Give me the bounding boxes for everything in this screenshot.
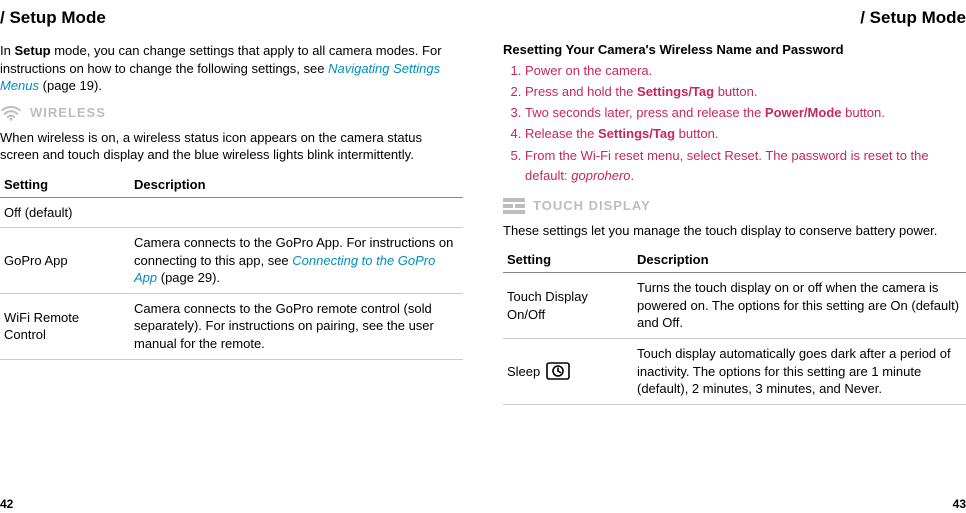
table-header-description: Description: [130, 172, 463, 198]
text-italic: goprohero: [571, 168, 630, 183]
table-row: Off (default): [0, 197, 463, 228]
text: Press and hold the: [525, 84, 637, 99]
desc-cell: Camera connects to the GoPro App. For in…: [130, 228, 463, 294]
desc-cell: Turns the touch display on or off when t…: [633, 273, 966, 339]
section-header: / Setup Mode: [0, 8, 463, 28]
table-row: GoPro App Camera connects to the GoPro A…: [0, 228, 463, 294]
setting-cell: Off (default): [0, 197, 130, 228]
wifi-icon: [0, 105, 22, 121]
text: Two seconds later, press and release the: [525, 105, 765, 120]
sleep-icon: [546, 362, 570, 380]
setting-cell: GoPro App: [0, 228, 130, 294]
text: (page 29).: [157, 270, 220, 285]
list-item: Press and hold the Settings/Tag button.: [525, 82, 966, 102]
text: button.: [842, 105, 885, 120]
wireless-table: Setting Description Off (default) GoPro …: [0, 172, 463, 360]
text: (page 19).: [39, 78, 102, 93]
list-item: From the Wi-Fi reset menu, select Reset.…: [525, 146, 966, 186]
manual-page-right: / Setup Mode Resetting Your Camera's Wir…: [483, 0, 966, 513]
setting-cell: WiFi Remote Control: [0, 293, 130, 359]
reset-heading: Resetting Your Camera's Wireless Name an…: [503, 42, 966, 57]
wireless-label: WIRELESS: [30, 105, 106, 120]
text: Power on the camera.: [525, 63, 652, 78]
table-row: Sleep Touch display automatically goes d…: [503, 339, 966, 405]
text: .: [631, 168, 635, 183]
wireless-subhead: WIRELESS: [0, 105, 463, 121]
text-bold: Settings/Tag: [637, 84, 714, 99]
page-number: 43: [953, 497, 966, 511]
desc-cell: Touch display automatically goes dark af…: [633, 339, 966, 405]
text: In: [0, 43, 14, 58]
text-bold: Settings/Tag: [598, 126, 675, 141]
list-item: Release the Settings/Tag button.: [525, 124, 966, 144]
touch-display-icon: [503, 198, 525, 214]
desc-cell: Camera connects to the GoPro remote cont…: [130, 293, 463, 359]
table-header-setting: Setting: [503, 247, 633, 273]
wireless-description: When wireless is on, a wireless status i…: [0, 129, 463, 164]
table-row: Touch Display On/Off Turns the touch dis…: [503, 273, 966, 339]
text: Release the: [525, 126, 598, 141]
text-bold: Power/Mode: [765, 105, 842, 120]
setting-cell: Touch Display On/Off: [503, 273, 633, 339]
table-header-description: Description: [633, 247, 966, 273]
list-item: Power on the camera.: [525, 61, 966, 81]
manual-page-left: / Setup Mode In Setup mode, you can chan…: [0, 0, 483, 513]
touch-display-subhead: TOUCH DISPLAY: [503, 198, 966, 214]
touch-display-description: These settings let you manage the touch …: [503, 222, 966, 240]
page-number: 42: [0, 497, 13, 511]
desc-cell: [130, 197, 463, 228]
intro-paragraph: In Setup mode, you can change settings t…: [0, 42, 463, 95]
text: button.: [675, 126, 718, 141]
touch-display-table: Setting Description Touch Display On/Off…: [503, 247, 966, 404]
text: Sleep: [507, 363, 540, 381]
touch-display-label: TOUCH DISPLAY: [533, 198, 651, 213]
text: button.: [714, 84, 757, 99]
setting-cell: Sleep: [503, 339, 633, 405]
list-item: Two seconds later, press and release the…: [525, 103, 966, 123]
table-header-setting: Setting: [0, 172, 130, 198]
text-bold: Setup: [14, 43, 50, 58]
section-header: / Setup Mode: [503, 8, 966, 28]
reset-steps-list: Power on the camera. Press and hold the …: [503, 61, 966, 186]
table-row: WiFi Remote Control Camera connects to t…: [0, 293, 463, 359]
